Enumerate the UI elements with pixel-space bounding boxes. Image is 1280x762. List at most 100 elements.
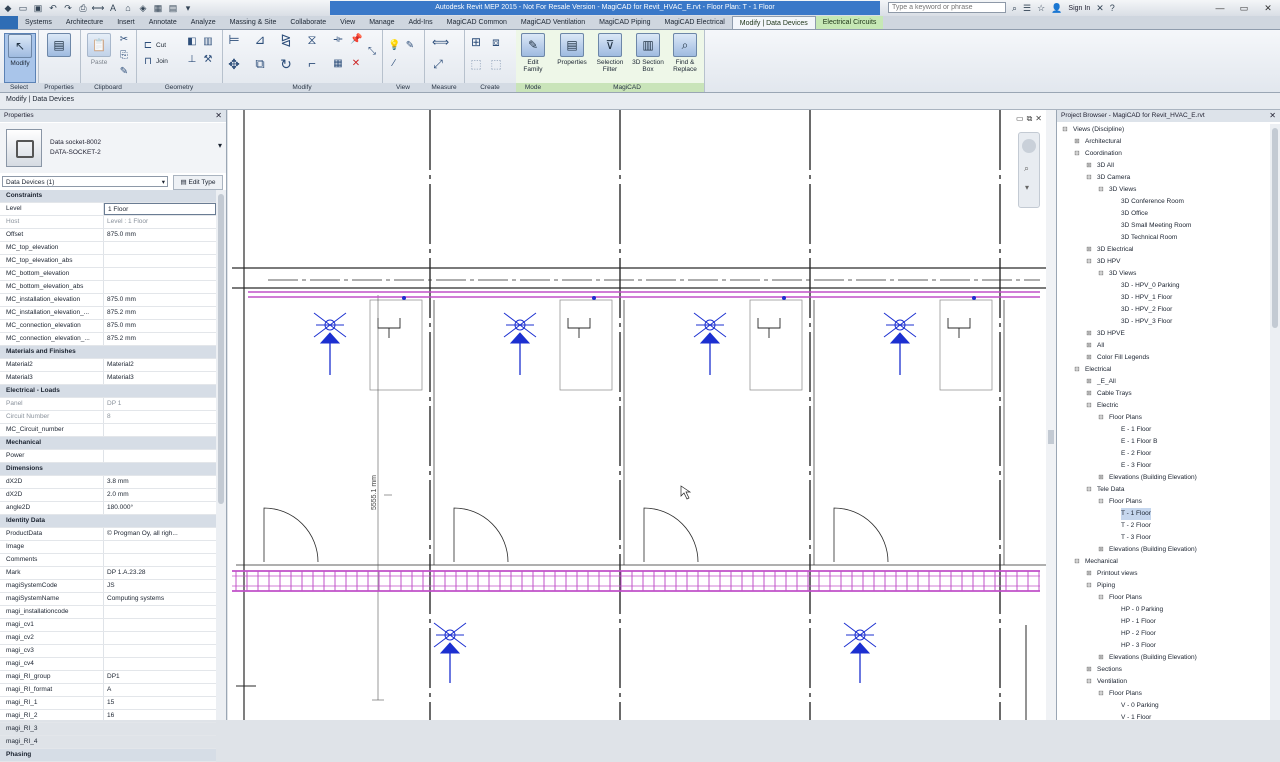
property-value[interactable] (104, 424, 216, 436)
expand-icon[interactable]: ⊞ (1085, 376, 1093, 388)
array-icon[interactable]: ▦ (332, 58, 344, 70)
collapse-icon[interactable]: ⊟ (1073, 556, 1081, 568)
collapse-icon[interactable]: ⊟ (1097, 496, 1105, 508)
close-button[interactable]: ✕ (1256, 0, 1280, 16)
canvas-scrollbar[interactable] (1046, 110, 1056, 720)
browser-node[interactable]: ⊟ 3D HPV (1057, 256, 1270, 268)
browser-node[interactable]: 3D - HPV_2 Floor (1057, 304, 1270, 316)
tab-architecture[interactable]: Architecture (59, 16, 110, 29)
maximize-button[interactable]: ▭ (1232, 0, 1256, 16)
app-menu-icon[interactable]: ◆ (2, 2, 14, 14)
data-socket-device[interactable] (313, 312, 347, 375)
property-row[interactable]: MC_Circuit_number (0, 424, 216, 437)
delete-icon[interactable]: ✕ (350, 58, 362, 70)
expand-icon[interactable]: ⊞ (1085, 664, 1093, 676)
property-row[interactable]: MC_top_elevation_abs (0, 255, 216, 268)
browser-node[interactable]: 3D Office (1057, 208, 1270, 220)
mc-properties-button[interactable]: ▤ Properties (554, 33, 590, 81)
demolish-icon[interactable]: ⚒ (202, 54, 214, 66)
property-value[interactable] (104, 723, 216, 735)
property-value[interactable] (104, 632, 216, 644)
browser-node[interactable]: ⊞ All (1057, 340, 1270, 352)
measure-tool-icon[interactable]: ⟺ (432, 36, 449, 48)
tab-massing-site[interactable]: Massing & Site (223, 16, 284, 29)
property-value[interactable]: JS (104, 580, 216, 592)
property-row[interactable]: magi_RI_group DP1 (0, 671, 216, 684)
collapse-icon[interactable]: ⊟ (1097, 688, 1105, 700)
browser-node[interactable]: ⊞ Architectural (1057, 136, 1270, 148)
property-row[interactable]: Material3 Material3 (0, 372, 216, 385)
selection-filter-button[interactable]: ⊽ Selection Filter (592, 33, 628, 81)
cope-icon[interactable]: ⊏ (142, 40, 154, 52)
browser-node[interactable]: ⊞ _E_All (1057, 376, 1270, 388)
browser-node[interactable]: ⊟ 3D Views (1057, 184, 1270, 196)
tab-analyze[interactable]: Analyze (184, 16, 223, 29)
data-socket-device[interactable] (693, 312, 727, 375)
browser-node[interactable]: 3D - HPV_3 Floor (1057, 316, 1270, 328)
browser-node[interactable]: ⊟ Electrical (1057, 364, 1270, 376)
property-value[interactable]: 15 (104, 697, 216, 709)
tab-manage[interactable]: Manage (362, 16, 401, 29)
browser-node[interactable]: V - 1 Floor (1057, 712, 1270, 724)
collapse-icon[interactable]: ⊟ (1073, 364, 1081, 376)
browser-node[interactable]: ⊟ 3D Views (1057, 268, 1270, 280)
offset-icon[interactable]: ⊿ (254, 33, 266, 46)
zoom-icon[interactable]: ⌕ (1024, 163, 1029, 174)
property-row[interactable]: magi_cv3 (0, 645, 216, 658)
browser-node[interactable]: ⊟ Coordination (1057, 148, 1270, 160)
property-value[interactable]: 875.0 mm (104, 294, 216, 306)
browser-node[interactable]: ⊞ Printout views (1057, 568, 1270, 580)
expand-icon[interactable]: ⊞ (1085, 568, 1093, 580)
property-row[interactable]: dX2D 3.8 mm (0, 476, 216, 489)
linework-icon[interactable]: ∕ (388, 58, 400, 70)
browser-node[interactable]: 3D - HPV_0 Parking (1057, 280, 1270, 292)
browser-node[interactable]: V - 0 Parking (1057, 700, 1270, 712)
join-label[interactable]: Join (156, 58, 168, 65)
wall-joins-icon[interactable]: ⊥ (186, 54, 198, 66)
property-row[interactable]: magi_cv2 (0, 632, 216, 645)
property-row[interactable]: MC_bottom_elevation_abs (0, 281, 216, 294)
browser-node[interactable]: T - 3 Floor (1057, 532, 1270, 544)
help-icon[interactable]: ? (1110, 3, 1115, 13)
switch-windows-icon[interactable]: ▤ (167, 2, 179, 14)
tab-annotate[interactable]: Annotate (142, 16, 184, 29)
tab-magicad-ventilation[interactable]: MagiCAD Ventilation (514, 16, 592, 29)
steering-wheel-icon[interactable] (1022, 139, 1036, 153)
property-row[interactable]: magi_cv4 (0, 658, 216, 671)
user-icon[interactable]: 👤 (1051, 3, 1062, 14)
property-value[interactable] (104, 606, 216, 618)
mirror-draw-icon[interactable]: ⧖ (306, 33, 318, 46)
property-row[interactable]: MC_installation_elevation 875.0 mm (0, 294, 216, 307)
property-row[interactable]: angle2D 180.000° (0, 502, 216, 515)
data-socket-device[interactable] (843, 622, 877, 683)
tab-systems[interactable]: Systems (18, 16, 59, 29)
pin-icon[interactable]: 📌 (350, 34, 362, 46)
collapse-icon[interactable]: ⊟ (1073, 148, 1081, 160)
tab-modify-data-devices[interactable]: Modify | Data Devices (731, 16, 816, 29)
browser-node[interactable]: ⊟ 3D Camera (1057, 172, 1270, 184)
measure-icon[interactable]: ⟷ (92, 2, 105, 14)
property-value[interactable]: DP1 (104, 671, 216, 683)
property-row[interactable]: Level 1 Floor (0, 203, 216, 216)
rotate-icon[interactable]: ↻ (280, 57, 292, 71)
property-row[interactable]: Power (0, 450, 216, 463)
property-category[interactable]: Dimensions (0, 463, 216, 476)
close-icon[interactable]: ✕ (215, 110, 222, 122)
dimension-icon[interactable]: ⤢ (432, 58, 444, 70)
property-value[interactable] (104, 281, 216, 293)
restore-view-icon[interactable]: ▭ (1016, 114, 1024, 124)
tab-magicad-electrical[interactable]: MagiCAD Electrical (657, 16, 731, 29)
minimize-button[interactable]: — (1208, 0, 1232, 16)
property-value[interactable] (104, 736, 216, 748)
property-row[interactable]: Comments (0, 554, 216, 567)
property-value[interactable]: Computing systems (104, 593, 216, 605)
browser-node[interactable]: 3D Technical Room (1057, 232, 1270, 244)
section-box-button[interactable]: ▥ 3D Section Box (630, 33, 666, 81)
browser-node[interactable]: 3D Conference Room (1057, 196, 1270, 208)
property-value[interactable]: DP 1 (104, 398, 216, 410)
property-row[interactable]: magi_RI_4 (0, 736, 216, 749)
browser-node[interactable]: ⊟ Piping (1057, 580, 1270, 592)
property-row[interactable]: MC_top_elevation (0, 242, 216, 255)
edit-family-button[interactable]: ✎ Edit Family (518, 33, 548, 81)
property-value[interactable] (104, 658, 216, 670)
